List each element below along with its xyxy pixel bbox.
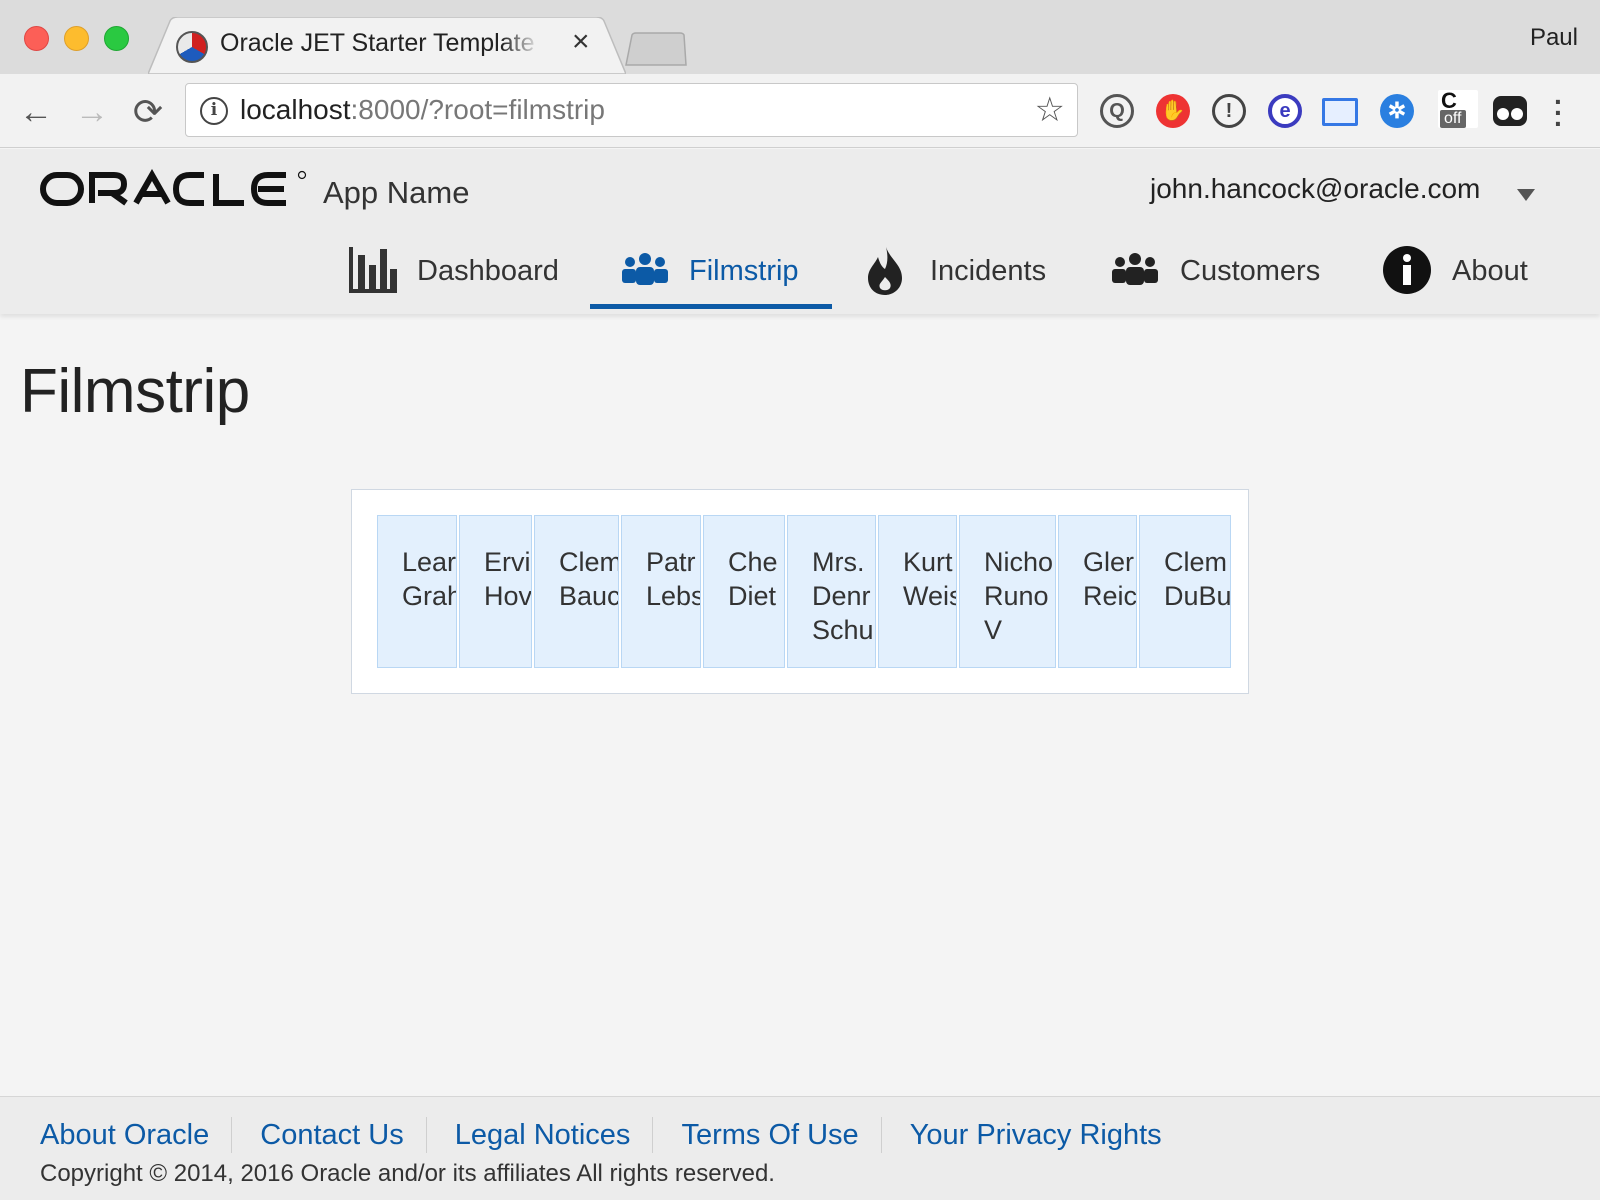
bar-chart-icon [349, 247, 397, 293]
footer-link-terms-of-use[interactable]: Terms Of Use [681, 1117, 882, 1153]
filmstrip-item[interactable]: Nicho Runo V [959, 515, 1056, 668]
people-icon [622, 253, 668, 285]
tab-title: Oracle JET Starter Template - Web Nav Ba… [220, 29, 540, 57]
url-path: :8000/?root=filmstrip [350, 94, 605, 125]
password-icon[interactable]: ! [1212, 94, 1246, 128]
info-icon [1383, 246, 1431, 294]
footer-link-privacy-rights[interactable]: Your Privacy Rights [910, 1117, 1184, 1153]
filmstrip[interactable]: Lear Grah Ervi Hov Clem Bauc Patr Lebs Che Di… [351, 489, 1249, 694]
site-info-icon[interactable]: i [200, 97, 228, 125]
sync-icon[interactable]: Q [1100, 94, 1134, 128]
url-text[interactable]: localhost:8000/?root=filmstrip [240, 94, 605, 126]
screenshot-icon[interactable] [1322, 98, 1358, 126]
browser-tab-bar: Oracle JET Starter Template - Web Nav Ba… [0, 0, 1600, 74]
app-header: App Name john.hancock@oracle.com Dashboa… [0, 149, 1600, 314]
profile-name[interactable]: Paul [1530, 24, 1578, 52]
filmstrip-item[interactable]: Gler Reic [1058, 515, 1137, 668]
nav-item-about[interactable]: About [1382, 233, 1532, 313]
footer-link-legal-notices[interactable]: Legal Notices [455, 1117, 654, 1153]
filmstrip-track: Lear Grah Ervi Hov Clem Bauc Patr Lebs Che Di… [377, 515, 1231, 668]
copyright-text: Copyright © 2014, 2016 Oracle and/or its… [40, 1160, 775, 1187]
oracle-jet-favicon-icon [176, 31, 208, 63]
glasses-icon[interactable] [1493, 96, 1527, 126]
filmstrip-item[interactable]: Clem DuBu [1139, 515, 1231, 668]
nav-label-incidents: Incidents [930, 255, 1047, 287]
browser-tab-active[interactable]: Oracle JET Starter Template - Web Nav Ba… [148, 17, 626, 74]
chevron-down-icon[interactable] [1517, 189, 1535, 201]
footer-links: About Oracle Contact Us Legal Notices Te… [40, 1117, 1212, 1153]
browser-menu-icon[interactable]: · · · [1554, 88, 1563, 138]
page-title: Filmstrip [20, 357, 250, 426]
nav-selected-indicator [590, 304, 832, 309]
nav-label-filmstrip: Filmstrip [689, 255, 799, 287]
edge-icon[interactable]: e [1268, 94, 1302, 128]
nav-item-filmstrip[interactable]: Filmstrip [590, 233, 832, 313]
back-arrow-icon[interactable]: ← [16, 92, 56, 132]
fire-icon [868, 247, 902, 295]
footer: About Oracle Contact Us Legal Notices Te… [0, 1096, 1600, 1200]
tab-close-icon[interactable]: × [572, 25, 590, 59]
nav-label-customers: Customers [1180, 255, 1321, 287]
nav-label-about: About [1452, 255, 1528, 287]
address-bar[interactable]: i localhost:8000/?root=filmstrip ☆ [185, 83, 1078, 137]
forward-arrow-icon[interactable]: → [72, 92, 112, 132]
close-window-button[interactable] [24, 26, 49, 51]
reload-icon[interactable]: ⟳ [128, 92, 168, 132]
app-name: App Name [323, 175, 470, 210]
filmstrip-item[interactable]: Ervi Hov [459, 515, 532, 668]
main-navigation: Dashboard Filmstrip Incidents Customers … [0, 233, 1600, 313]
footer-link-about-oracle[interactable]: About Oracle [40, 1117, 233, 1153]
url-host: localhost [240, 94, 351, 125]
filmstrip-item[interactable]: Patr Lebs [621, 515, 701, 668]
footer-link-contact-us[interactable]: Contact Us [260, 1117, 427, 1153]
browser-toolbar: ← → ⟳ i localhost:8000/?root=filmstrip ☆… [0, 74, 1600, 148]
nav-label-dashboard: Dashboard [417, 255, 559, 287]
filmstrip-item[interactable]: Lear Grah [377, 515, 457, 668]
filmstrip-item[interactable]: Che Diet [703, 515, 785, 668]
bookmark-star-icon[interactable]: ☆ [1035, 90, 1065, 130]
filmstrip-item[interactable]: Clem Bauc [534, 515, 619, 668]
oracle-logo [40, 169, 307, 206]
minimize-window-button[interactable] [64, 26, 89, 51]
nav-item-customers[interactable]: Customers [1110, 233, 1330, 313]
filmstrip-item[interactable]: Mrs. Denr Schu [787, 515, 876, 668]
nav-item-dashboard[interactable]: Dashboard [349, 233, 564, 313]
nav-item-incidents[interactable]: Incidents [866, 233, 1066, 313]
maximize-window-button[interactable] [104, 26, 129, 51]
filmstrip-item[interactable]: Kurt Weis [878, 515, 957, 668]
css-off-icon[interactable]: Coff [1438, 90, 1478, 128]
user-menu-button[interactable]: john.hancock@oracle.com [1150, 173, 1480, 205]
new-tab-button[interactable] [622, 32, 688, 66]
network-icon[interactable]: ✲ [1380, 94, 1414, 128]
hand-stop-icon[interactable]: ✋ [1156, 94, 1190, 128]
people-icon [1112, 253, 1158, 285]
